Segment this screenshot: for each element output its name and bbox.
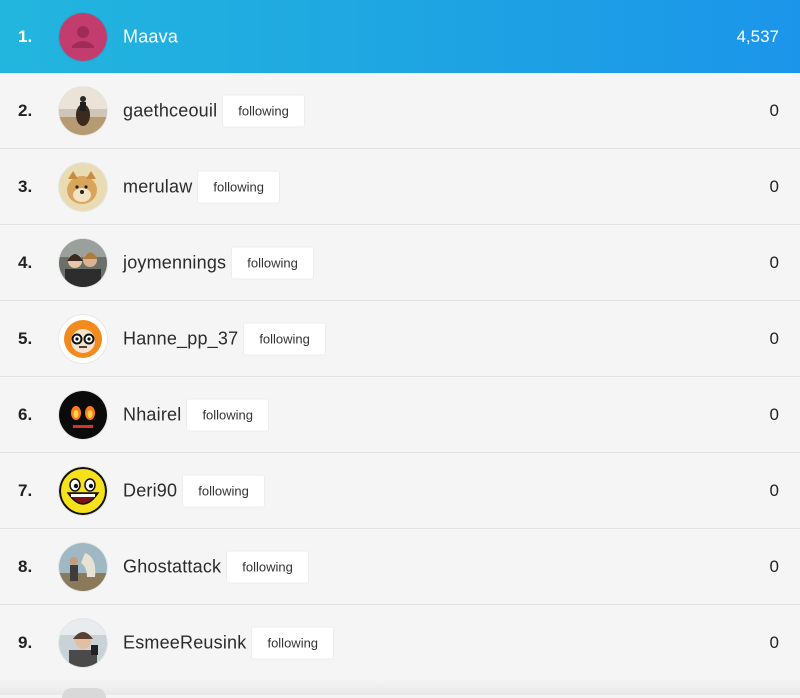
username[interactable]: Deri90 <box>123 480 177 501</box>
following-badge: following <box>252 627 334 658</box>
leaderboard-row[interactable]: 5. Hanne_pp_37 following 0 <box>0 301 800 377</box>
score: 4,537 <box>736 26 779 46</box>
nerd-cartoon-avatar[interactable] <box>59 314 107 363</box>
username[interactable]: merulaw <box>123 176 192 197</box>
leaderboard-row[interactable]: 9. EsmeeReusink following 0 <box>0 605 800 681</box>
username[interactable]: Hanne_pp_37 <box>123 328 238 349</box>
default-user-icon[interactable] <box>59 12 107 61</box>
username[interactable]: EsmeeReusink <box>123 632 246 653</box>
score: 0 <box>769 632 779 652</box>
rank-number: 7. <box>18 480 33 500</box>
fire-eyes-avatar[interactable] <box>59 390 107 439</box>
scroll-fade <box>0 680 800 698</box>
score: 0 <box>769 328 779 348</box>
username[interactable]: Ghostattack <box>123 556 221 577</box>
score: 0 <box>769 556 779 576</box>
score: 0 <box>769 176 779 196</box>
rank-number: 2. <box>18 100 33 120</box>
horse-rider-photo-avatar[interactable] <box>59 86 107 135</box>
leaderboard: 1. Maava 4,537 2. gaethceouil following … <box>0 0 800 698</box>
horse-photo-avatar[interactable] <box>59 542 107 591</box>
leaderboard-row[interactable]: 2. gaethceouil following 0 <box>0 73 800 149</box>
selfie-photo-avatar[interactable] <box>59 618 107 667</box>
following-badge: following <box>244 323 325 354</box>
friends-photo-avatar[interactable] <box>59 238 107 287</box>
following-badge: following <box>187 399 269 430</box>
username[interactable]: joymennings <box>123 252 226 273</box>
rank-number: 9. <box>18 632 33 652</box>
username[interactable]: gaethceouil <box>123 100 217 121</box>
leaderboard-row[interactable]: 4. joymennings following 0 <box>0 225 800 301</box>
awesome-face-avatar[interactable] <box>59 466 107 515</box>
username[interactable]: Nhairel <box>123 404 181 425</box>
rank-number: 1. <box>18 26 33 46</box>
following-badge: following <box>227 551 308 582</box>
following-badge: following <box>223 95 304 126</box>
leaderboard-row[interactable]: 8. Ghostattack following 0 <box>0 529 800 605</box>
score: 0 <box>769 100 779 120</box>
rank-number: 6. <box>18 404 33 424</box>
username[interactable]: Maava <box>123 26 178 47</box>
following-badge: following <box>198 171 280 202</box>
rank-number: 3. <box>18 176 33 196</box>
score: 0 <box>769 404 779 424</box>
score: 0 <box>769 252 779 272</box>
leaderboard-row-current-user[interactable]: 1. Maava 4,537 <box>0 0 800 73</box>
rank-number: 8. <box>18 556 33 576</box>
doge-photo-avatar[interactable] <box>59 162 107 211</box>
leaderboard-row[interactable]: 6. Nhairel following 0 <box>0 377 800 453</box>
score: 0 <box>769 480 779 500</box>
rank-number: 5. <box>18 328 33 348</box>
rank-number: 4. <box>18 252 33 272</box>
following-badge: following <box>183 475 264 506</box>
leaderboard-row[interactable]: 3. merulaw following 0 <box>0 149 800 225</box>
following-badge: following <box>232 247 313 278</box>
leaderboard-row[interactable]: 7. Deri90 following 0 <box>0 453 800 529</box>
